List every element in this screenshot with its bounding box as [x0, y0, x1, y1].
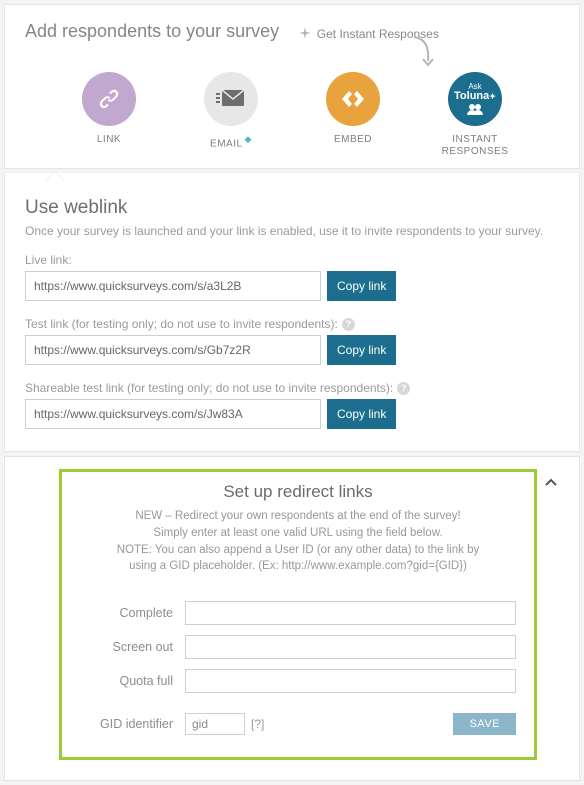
toluna-icon: Ask Toluna✦: [448, 72, 502, 126]
method-embed-label: EMBED: [334, 134, 372, 146]
page-title: Add respondents to your survey: [25, 21, 279, 42]
quotafull-label: Quota full: [80, 674, 185, 688]
test-link-label: Test link (for testing only; do not use …: [25, 317, 559, 331]
pointer-notch: [45, 172, 65, 182]
redirect-title: Set up redirect links: [80, 482, 516, 502]
gid-help-link[interactable]: [?]: [251, 717, 264, 731]
copy-live-link-button[interactable]: Copy link: [327, 271, 396, 301]
method-instant-label: INSTANT RESPONSES: [435, 134, 515, 158]
method-email[interactable]: EMAIL◆: [191, 72, 271, 158]
screenout-input[interactable]: [185, 635, 516, 659]
embed-icon: [326, 72, 380, 126]
live-link-input[interactable]: [25, 271, 321, 301]
link-icon: [82, 72, 136, 126]
gid-input[interactable]: [185, 713, 245, 735]
redirect-panel: Set up redirect links NEW – Redirect you…: [4, 456, 580, 781]
weblink-subtitle: Once your survey is launched and your li…: [25, 223, 559, 239]
arrow-icon: [410, 35, 438, 69]
add-respondents-panel: Add respondents to your survey Get Insta…: [4, 4, 580, 169]
method-link[interactable]: LINK: [69, 72, 149, 158]
gid-label: GID identifier: [80, 717, 185, 731]
sparkle-icon: [297, 27, 313, 41]
method-embed[interactable]: EMBED: [313, 72, 393, 158]
copy-test-link-button[interactable]: Copy link: [327, 335, 396, 365]
methods-row: LINK EMAIL◆ EMBED Ask Toluna✦: [25, 72, 559, 158]
method-link-label: LINK: [97, 134, 121, 146]
complete-input[interactable]: [185, 601, 516, 625]
complete-label: Complete: [80, 606, 185, 620]
method-email-label: EMAIL◆: [210, 134, 252, 150]
diamond-icon: ◆: [245, 134, 252, 144]
help-icon[interactable]: ?: [397, 382, 410, 395]
test-link-input[interactable]: [25, 335, 321, 365]
copy-shareable-test-link-button[interactable]: Copy link: [327, 399, 396, 429]
shareable-test-link-input[interactable]: [25, 399, 321, 429]
method-instant-responses[interactable]: Ask Toluna✦ INSTANT RESPONSES: [435, 72, 515, 158]
screenout-label: Screen out: [80, 640, 185, 654]
weblink-panel: Use weblink Once your survey is launched…: [4, 173, 580, 452]
help-icon[interactable]: ?: [342, 318, 355, 331]
redirect-box: Set up redirect links NEW – Redirect you…: [59, 469, 537, 760]
redirect-description: NEW – Redirect your own respondents at t…: [80, 508, 516, 575]
weblink-title: Use weblink: [25, 197, 559, 219]
live-link-label: Live link:: [25, 253, 559, 267]
chevron-up-icon[interactable]: [543, 475, 559, 491]
quotafull-input[interactable]: [185, 669, 516, 693]
save-button[interactable]: SAVE: [453, 713, 516, 735]
email-icon: [204, 72, 258, 126]
shareable-test-link-label: Shareable test link (for testing only; d…: [25, 381, 559, 395]
